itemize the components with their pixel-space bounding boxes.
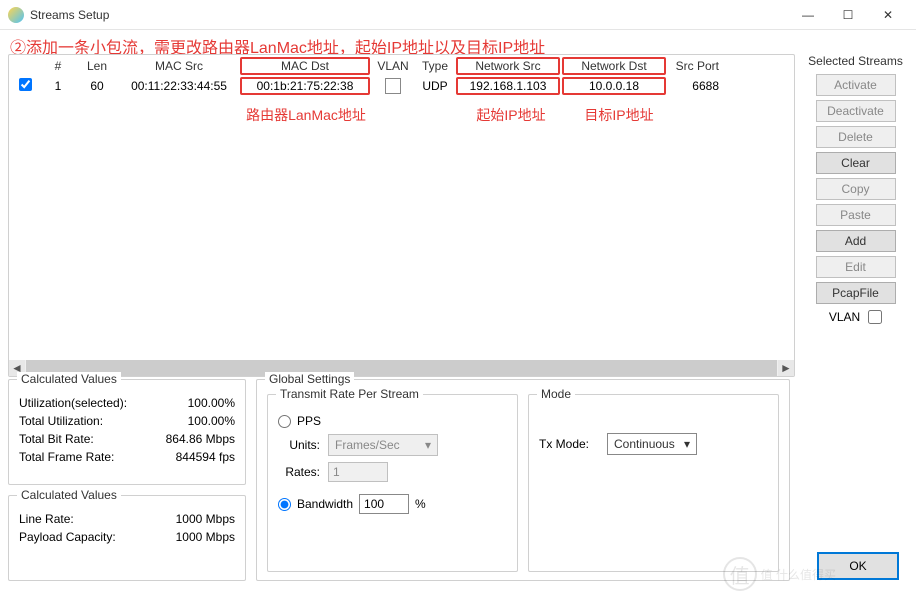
rates-input[interactable] [328,462,388,482]
col-mac-dst: MAC Dst [242,59,368,73]
bandwidth-radio[interactable] [278,498,291,511]
cell-num: 1 [41,79,75,93]
mode-legend: Mode [537,387,575,401]
total-util-value: 100.00% [188,414,235,428]
bitrate-label: Total Bit Rate: [19,432,166,446]
row-checkbox[interactable] [19,78,32,91]
side-panel: Selected Streams Activate Deactivate Del… [803,54,908,377]
col-net-src: Network Src [458,59,558,73]
total-util-label: Total Utilization: [19,414,188,428]
linerate-value: 1000 Mbps [176,512,235,526]
horizontal-scrollbar[interactable]: ◄ ► [9,360,794,376]
minimize-button[interactable]: — [788,0,828,30]
cell-mac-src: 00:11:22:33:44:55 [119,79,239,93]
transmit-rate-group: Transmit Rate Per Stream PPS Units: Fram… [267,394,518,572]
copy-button[interactable]: Copy [816,178,896,200]
cell-type: UDP [415,79,455,93]
delete-button[interactable]: Delete [816,126,896,148]
txmode-label: Tx Mode: [539,437,599,451]
units-label: Units: [278,438,320,452]
highlight-mac-dst-val: 00:1b:21:75:22:38 [240,77,370,95]
util-sel-label: Utilization(selected): [19,396,188,410]
cell-net-src: 192.168.1.103 [458,79,558,93]
highlight-net-src: Network Src [456,57,560,75]
mode-group: Mode Tx Mode: Continuous▾ [528,394,779,572]
edit-button[interactable]: Edit [816,256,896,278]
calculated-values-1: Calculated Values Utilization(selected):… [8,379,246,485]
paste-button[interactable]: Paste [816,204,896,226]
highlight-net-dst: Network Dst [562,57,666,75]
calculated-values-2: Calculated Values Line Rate:1000 Mbps Pa… [8,495,246,581]
table-row[interactable]: 1 60 00:11:22:33:44:55 00:1b:21:75:22:38… [9,75,794,97]
chevron-down-icon: ▾ [425,438,431,452]
tx-legend: Transmit Rate Per Stream [276,387,423,401]
watermark: 值值 什么值得买 [723,557,836,591]
highlight-net-src-val: 192.168.1.103 [456,77,560,95]
cell-src-port: 6688 [667,79,729,93]
col-mac-src: MAC Src [119,59,239,73]
titlebar: Streams Setup — ☐ ✕ [0,0,916,30]
cell-net-dst: 10.0.0.18 [564,79,664,93]
vlan-label: VLAN [829,310,860,324]
streams-table: # Len MAC Src MAC Dst VLAN Type Network … [8,54,795,377]
scroll-right-icon[interactable]: ► [778,360,794,376]
maximize-button[interactable]: ☐ [828,0,868,30]
vlan-checkbox-empty[interactable] [385,78,401,94]
scroll-thumb[interactable] [26,360,777,376]
global-settings: Global Settings Transmit Rate Per Stream… [256,379,790,581]
framerate-label: Total Frame Rate: [19,450,176,464]
chevron-down-icon: ▾ [684,437,690,451]
app-icon [8,7,24,23]
col-net-dst: Network Dst [564,59,664,73]
col-len: Len [75,59,119,73]
clear-button[interactable]: Clear [816,152,896,174]
cell-len: 60 [75,79,119,93]
calc2-legend: Calculated Values [17,488,121,502]
highlight-mac-dst: MAC Dst [240,57,370,75]
cell-mac-dst: 00:1b:21:75:22:38 [242,79,368,93]
bandwidth-input[interactable] [359,494,409,514]
framerate-value: 844594 fps [176,450,235,464]
window-title: Streams Setup [30,8,788,22]
linerate-label: Line Rate: [19,512,176,526]
bandwidth-label: Bandwidth [297,497,353,511]
table-header: # Len MAC Src MAC Dst VLAN Type Network … [9,55,794,77]
bitrate-value: 864.86 Mbps [166,432,235,446]
percent-label: % [415,497,426,511]
pps-radio[interactable] [278,415,291,428]
col-src-port: Src Port [667,59,729,73]
col-num: # [41,59,75,73]
payload-value: 1000 Mbps [176,530,235,544]
calc1-legend: Calculated Values [17,372,121,386]
payload-label: Payload Capacity: [19,530,176,544]
vlan-checkbox[interactable] [868,310,882,324]
add-button[interactable]: Add [816,230,896,252]
activate-button[interactable]: Activate [816,74,896,96]
col-vlan: VLAN [371,59,415,73]
col-type: Type [415,59,455,73]
gs-legend: Global Settings [265,372,354,386]
pps-label: PPS [297,414,321,428]
txmode-select[interactable]: Continuous▾ [607,433,697,455]
pcapfile-button[interactable]: PcapFile [816,282,896,304]
close-button[interactable]: ✕ [868,0,908,30]
side-title: Selected Streams [808,54,903,68]
deactivate-button[interactable]: Deactivate [816,100,896,122]
units-select[interactable]: Frames/Sec▾ [328,434,438,456]
util-sel-value: 100.00% [188,396,235,410]
highlight-net-dst-val: 10.0.0.18 [562,77,666,95]
rates-label: Rates: [278,465,320,479]
